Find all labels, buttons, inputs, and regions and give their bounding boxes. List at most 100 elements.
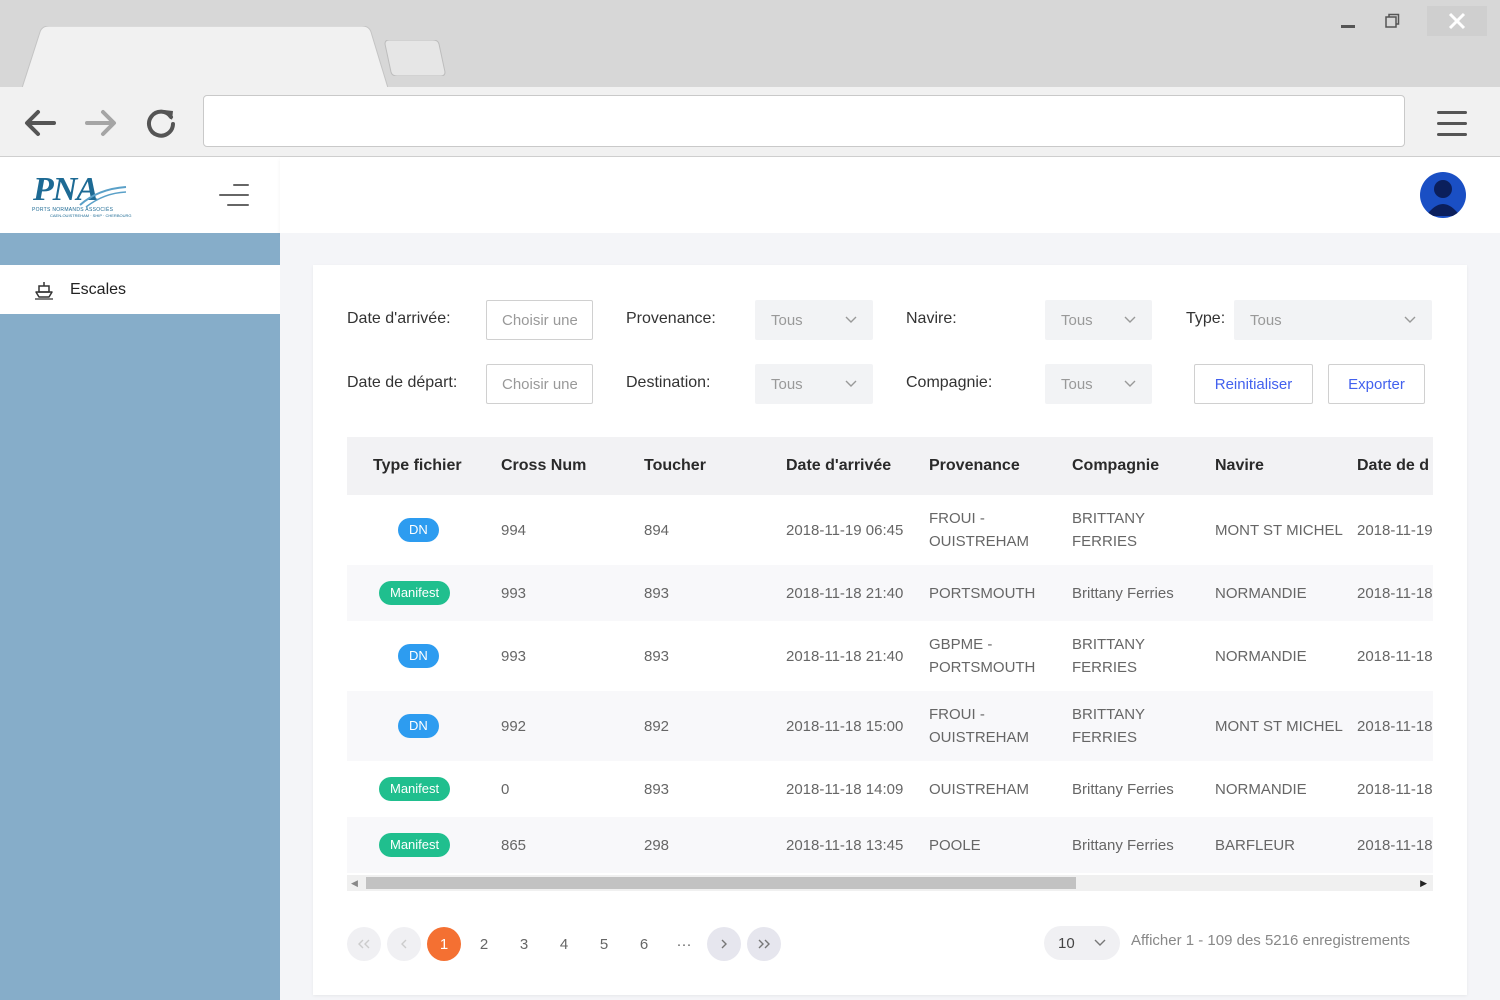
departure-date-cell: 2018-11-18 2 <box>1357 647 1433 665</box>
provenance-cell: GBPME - PORTSMOUTH <box>929 636 1036 676</box>
column-header[interactable]: Cross Num <box>501 437 586 495</box>
sidebar-header: PNA PORTS NORMANDS ASSOCIÉS CAEN-OUISTRE… <box>0 157 280 233</box>
navire-cell: NORMANDIE <box>1215 584 1307 602</box>
per-page-select[interactable]: 10 <box>1044 926 1120 960</box>
departure-date-cell: 2018-11-18 2 <box>1357 584 1433 602</box>
type-badge: Manifest <box>379 777 451 801</box>
app-header <box>280 157 1500 233</box>
export-button[interactable]: Exporter <box>1328 364 1425 404</box>
table-row[interactable]: Manifest 865 298 2018-11-18 13:45 POOLE … <box>347 817 1433 873</box>
column-header[interactable]: Date d'arrivée <box>786 437 891 495</box>
table-row[interactable]: DN 994 894 2018-11-19 06:45 FROUI - OUIS… <box>347 495 1433 565</box>
restore-icon[interactable] <box>1377 6 1407 36</box>
sidebar: PNA PORTS NORMANDS ASSOCIÉS CAEN-OUISTRE… <box>0 157 280 1000</box>
close-icon[interactable] <box>1427 6 1487 36</box>
compagnie-cell: BRITTANY FERRIES <box>1072 706 1145 746</box>
page-ellipsis[interactable]: ··· <box>667 927 701 961</box>
arrival-date-cell: 2018-11-18 14:09 <box>786 780 904 798</box>
cross-num-cell: 994 <box>501 521 527 539</box>
cross-num-cell: 993 <box>501 647 527 665</box>
escales-table: Type fichier Cross Num Toucher Date d'ar… <box>347 437 1433 893</box>
last-page-icon[interactable] <box>747 927 781 961</box>
browser-menu-icon[interactable] <box>1430 103 1474 143</box>
page-button[interactable]: 5 <box>587 927 621 961</box>
destination-select[interactable]: Tous <box>755 364 873 404</box>
chevron-down-icon <box>1404 316 1416 323</box>
chevron-down-icon <box>1124 380 1136 387</box>
navire-cell: BARFLEUR <box>1215 836 1296 854</box>
arrival-date-input[interactable] <box>486 300 593 340</box>
prev-page-icon[interactable] <box>387 927 421 961</box>
provenance-cell: OUISTREHAM <box>929 780 1030 798</box>
user-avatar-icon[interactable] <box>1420 172 1466 218</box>
toucher-cell: 894 <box>644 521 670 539</box>
column-header[interactable]: Toucher <box>644 437 706 495</box>
column-header[interactable]: Type fichier <box>373 437 462 495</box>
escales-card: Date d'arrivée: Provenance: Tous Navire:… <box>313 265 1467 995</box>
column-header[interactable]: Navire <box>1215 437 1264 495</box>
provenance-cell: PORTSMOUTH <box>929 584 1036 602</box>
table-row[interactable]: Manifest 0 893 2018-11-18 14:09 OUISTREH… <box>347 761 1433 817</box>
horizontal-scrollbar[interactable]: ◀ ▶ <box>347 875 1433 891</box>
reset-button[interactable]: Reinitialiser <box>1194 364 1313 404</box>
ship-icon <box>34 280 54 300</box>
reload-icon[interactable] <box>141 103 181 143</box>
scrollbar-thumb[interactable] <box>366 877 1076 889</box>
table-row[interactable]: DN 992 892 2018-11-18 15:00 FROUI - OUIS… <box>347 691 1433 761</box>
table-row[interactable]: DN 993 893 2018-11-18 21:40 GBPME - PORT… <box>347 621 1433 691</box>
type-badge: DN <box>398 518 439 542</box>
page-button[interactable]: 4 <box>547 927 581 961</box>
type-select[interactable]: Tous <box>1234 300 1432 340</box>
compagnie-cell: BRITTANY FERRIES <box>1072 510 1145 550</box>
forward-arrow-icon[interactable] <box>81 103 121 143</box>
cross-num-cell: 992 <box>501 717 527 735</box>
sidebar-item-escales[interactable]: Escales <box>0 265 280 314</box>
toucher-cell: 893 <box>644 780 670 798</box>
scroll-right-icon[interactable]: ▶ <box>1420 878 1427 889</box>
back-arrow-icon[interactable] <box>20 103 60 143</box>
column-header[interactable]: Date de d <box>1357 437 1429 495</box>
page-button[interactable]: 3 <box>507 927 541 961</box>
cross-num-cell: 993 <box>501 584 527 602</box>
provenance-select[interactable]: Tous <box>755 300 873 340</box>
navire-select[interactable]: Tous <box>1045 300 1152 340</box>
type-badge: Manifest <box>379 833 451 857</box>
browser-tab-active[interactable] <box>22 26 388 88</box>
page-button[interactable]: 2 <box>467 927 501 961</box>
departure-date-cell: 2018-11-19 0 <box>1357 521 1433 539</box>
arrival-date-cell: 2018-11-18 21:40 <box>786 647 904 665</box>
pna-logo[interactable]: PNA PORTS NORMANDS ASSOCIÉS CAEN-OUISTRE… <box>30 171 132 219</box>
first-page-icon[interactable] <box>347 927 381 961</box>
chevron-down-icon <box>845 380 857 387</box>
compagnie-label: Compagnie: <box>906 374 993 391</box>
cross-num-cell: 865 <box>501 836 527 854</box>
browser-toolbar <box>0 87 1500 157</box>
scroll-left-icon[interactable]: ◀ <box>351 878 358 889</box>
next-page-icon[interactable] <box>707 927 741 961</box>
navire-label: Navire: <box>906 310 957 327</box>
departure-date-input[interactable] <box>486 364 593 404</box>
column-header[interactable]: Provenance <box>929 437 1020 495</box>
address-bar[interactable] <box>203 95 1405 147</box>
departure-date-label: Date de départ: <box>347 374 458 391</box>
column-header[interactable]: Compagnie <box>1072 437 1159 495</box>
new-tab-button[interactable] <box>383 39 446 77</box>
type-label: Type: <box>1186 310 1226 327</box>
page-button-active[interactable]: 1 <box>427 927 461 961</box>
minimize-icon[interactable] <box>1333 6 1363 36</box>
page-button[interactable]: 6 <box>627 927 661 961</box>
table-row[interactable]: Manifest 993 893 2018-11-18 21:40 PORTSM… <box>347 565 1433 621</box>
compagnie-select[interactable]: Tous <box>1045 364 1152 404</box>
type-badge: DN <box>398 644 439 668</box>
navire-cell: NORMANDIE <box>1215 780 1307 798</box>
toucher-cell: 298 <box>644 836 670 854</box>
cross-num-cell: 0 <box>501 780 510 798</box>
chevron-down-icon <box>1094 939 1106 946</box>
sidebar-item-label: Escales <box>70 280 127 298</box>
arrival-date-cell: 2018-11-18 15:00 <box>786 717 904 735</box>
type-badge: DN <box>398 714 439 738</box>
compagnie-cell: Brittany Ferries <box>1072 584 1174 602</box>
navire-cell: NORMANDIE <box>1215 647 1307 665</box>
provenance-cell: FROUI - OUISTREHAM <box>929 510 1030 550</box>
sidebar-toggle-icon[interactable] <box>217 184 249 206</box>
